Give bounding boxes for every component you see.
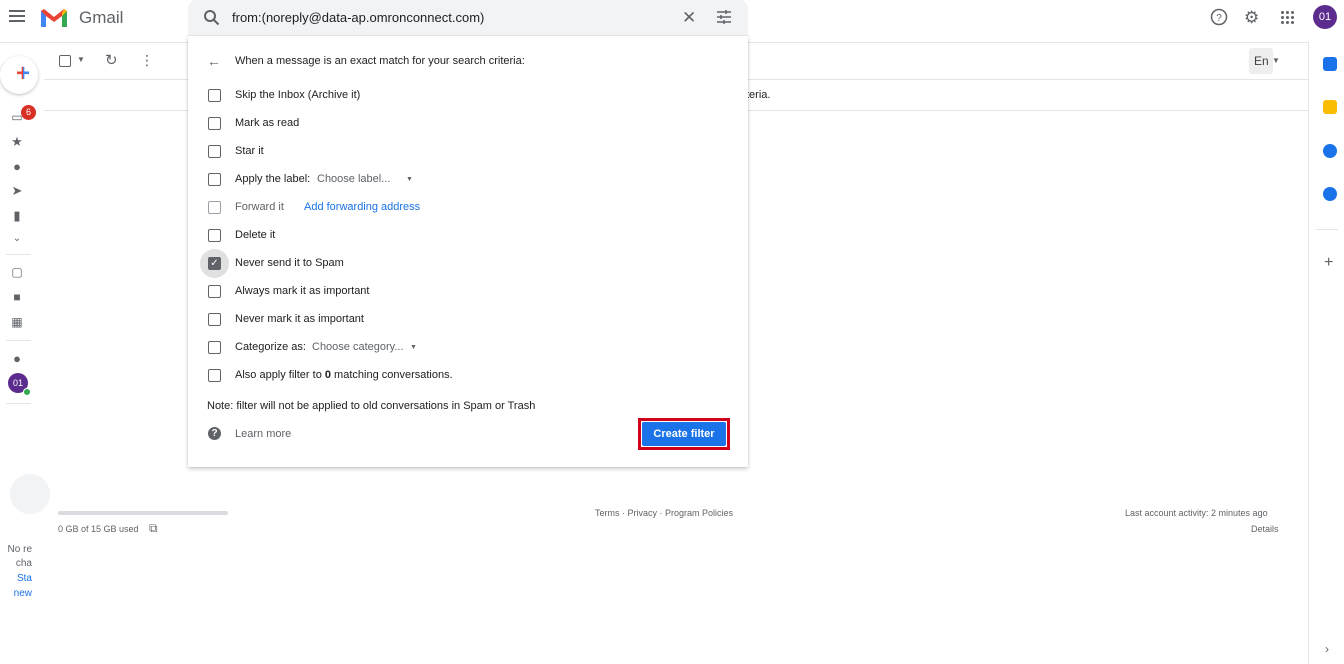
- chat-placeholder-circle: [10, 474, 50, 514]
- gmail-logo-icon[interactable]: [39, 7, 69, 29]
- add-forwarding-address-link[interactable]: Add forwarding address: [304, 201, 420, 213]
- select-all-checkbox[interactable]: [59, 55, 71, 67]
- chat-empty-text: No re: [7, 544, 32, 555]
- apply-label-checkbox[interactable]: [208, 173, 221, 186]
- rail-divider: [6, 340, 31, 341]
- rail-divider: [6, 254, 31, 255]
- meet-video-icon[interactable]: ■: [10, 290, 24, 304]
- account-avatar[interactable]: 01: [1313, 5, 1337, 29]
- always-important-label[interactable]: Always mark it as important: [235, 285, 369, 297]
- meet-new-meeting-icon[interactable]: ▢: [10, 265, 24, 279]
- tasks-icon[interactable]: [1323, 144, 1337, 158]
- also-apply-checkbox[interactable]: [208, 369, 221, 382]
- filter-note: Note: filter will not be applied to old …: [207, 400, 536, 412]
- drafts-icon[interactable]: ▮: [10, 208, 24, 224]
- chat-empty-text: cha: [15, 558, 32, 569]
- more-chevron-down-icon[interactable]: ⌄: [10, 233, 24, 244]
- compose-button[interactable]: +: [0, 56, 38, 94]
- categorize-checkbox[interactable]: [208, 341, 221, 354]
- never-spam-checkbox[interactable]: ✓: [208, 257, 221, 270]
- side-panel-divider: [1316, 229, 1338, 230]
- more-options-icon[interactable]: ⋮: [140, 52, 154, 69]
- activity-details-link[interactable]: Details: [1251, 524, 1279, 534]
- help-question-icon[interactable]: ?: [208, 427, 221, 440]
- forward-it-label[interactable]: Forward it: [235, 201, 284, 213]
- inbox-unread-badge: 6: [21, 105, 36, 120]
- always-important-checkbox[interactable]: [208, 285, 221, 298]
- never-spam-label[interactable]: Never send it to Spam: [235, 257, 344, 269]
- search-input[interactable]: from:(noreply@data-ap.omronconnect.com): [232, 10, 484, 25]
- search-icon[interactable]: [203, 9, 220, 26]
- choose-label-select[interactable]: Choose label...: [317, 173, 390, 185]
- input-tools-button[interactable]: En: [1249, 48, 1273, 74]
- skip-inbox-label[interactable]: Skip the Inbox (Archive it): [235, 89, 360, 101]
- delete-it-checkbox[interactable]: [208, 229, 221, 242]
- google-apps-icon[interactable]: [1281, 11, 1295, 25]
- forward-it-checkbox[interactable]: [208, 201, 221, 214]
- also-apply-prefix: Also apply filter to: [235, 369, 325, 381]
- search-options-icon[interactable]: [716, 9, 732, 25]
- never-important-label[interactable]: Never mark it as important: [235, 313, 364, 325]
- keep-icon[interactable]: [1323, 100, 1337, 114]
- start-chat-link[interactable]: new: [0, 588, 32, 599]
- start-chat-link[interactable]: Sta: [0, 573, 32, 584]
- create-filter-button[interactable]: Create filter: [642, 422, 726, 446]
- apply-label-label[interactable]: Apply the label:: [235, 173, 310, 185]
- choose-category-caret-icon[interactable]: ▼: [410, 344, 417, 351]
- help-icon[interactable]: ?: [1210, 8, 1228, 26]
- input-tools-caret-icon[interactable]: ▼: [1272, 56, 1280, 65]
- hangouts-chat-icon[interactable]: ●: [10, 351, 24, 366]
- learn-more-link[interactable]: Learn more: [235, 428, 291, 440]
- get-addons-plus-icon[interactable]: +: [1324, 254, 1333, 272]
- side-panel: [1308, 42, 1344, 664]
- choose-label-caret-icon[interactable]: ▼: [406, 176, 413, 183]
- categorize-label[interactable]: Categorize as:: [235, 341, 306, 353]
- storage-used-text: 0 GB of 15 GB used: [58, 524, 139, 534]
- create-filter-highlight: Create filter: [638, 418, 730, 450]
- clear-search-icon[interactable]: ✕: [682, 8, 696, 28]
- compose-plus-icon: +: [16, 60, 31, 87]
- refresh-icon[interactable]: ↻: [105, 51, 118, 69]
- online-status-dot: [23, 388, 31, 396]
- top-bar: Gmail from:(noreply@data-ap.omronconnect…: [0, 0, 1344, 36]
- sent-icon[interactable]: ➤: [10, 183, 24, 199]
- svg-text:?: ?: [1216, 13, 1222, 24]
- never-important-checkbox[interactable]: [208, 313, 221, 326]
- gmail-wordmark[interactable]: Gmail: [79, 8, 123, 28]
- search-criteria-message: teria.: [746, 89, 771, 101]
- meet-keyboard-icon[interactable]: ▦: [10, 315, 24, 329]
- snoozed-clock-icon[interactable]: ●: [10, 159, 24, 174]
- storage-usage-bar: [58, 511, 228, 515]
- show-side-panel-chevron-icon[interactable]: ›: [1325, 642, 1329, 656]
- settings-gear-icon[interactable]: ⚙: [1244, 8, 1259, 28]
- calendar-icon[interactable]: [1323, 57, 1337, 71]
- starred-icon[interactable]: ★: [10, 134, 24, 150]
- open-storage-external-icon[interactable]: ⧉: [149, 521, 158, 536]
- select-menu-caret-icon[interactable]: ▼: [77, 55, 85, 64]
- contacts-icon[interactable]: [1323, 187, 1337, 201]
- choose-category-select[interactable]: Choose category...: [312, 341, 404, 353]
- main-menu-icon[interactable]: [9, 10, 25, 24]
- mark-as-read-checkbox[interactable]: [208, 117, 221, 130]
- also-apply-label[interactable]: Also apply filter to 0 matching conversa…: [235, 369, 453, 381]
- delete-it-label[interactable]: Delete it: [235, 229, 275, 241]
- filter-heading: When a message is an exact match for you…: [235, 55, 525, 67]
- back-arrow-icon[interactable]: ←: [207, 53, 221, 69]
- rail-divider: [6, 403, 31, 404]
- also-apply-suffix: matching conversations.: [331, 369, 453, 381]
- star-it-label[interactable]: Star it: [235, 145, 264, 157]
- footer-links[interactable]: Terms · Privacy · Program Policies: [595, 508, 733, 518]
- mark-as-read-label[interactable]: Mark as read: [235, 117, 299, 129]
- star-it-checkbox[interactable]: [208, 145, 221, 158]
- last-activity-text: Last account activity: 2 minutes ago: [1125, 508, 1268, 518]
- skip-inbox-checkbox[interactable]: [208, 89, 221, 102]
